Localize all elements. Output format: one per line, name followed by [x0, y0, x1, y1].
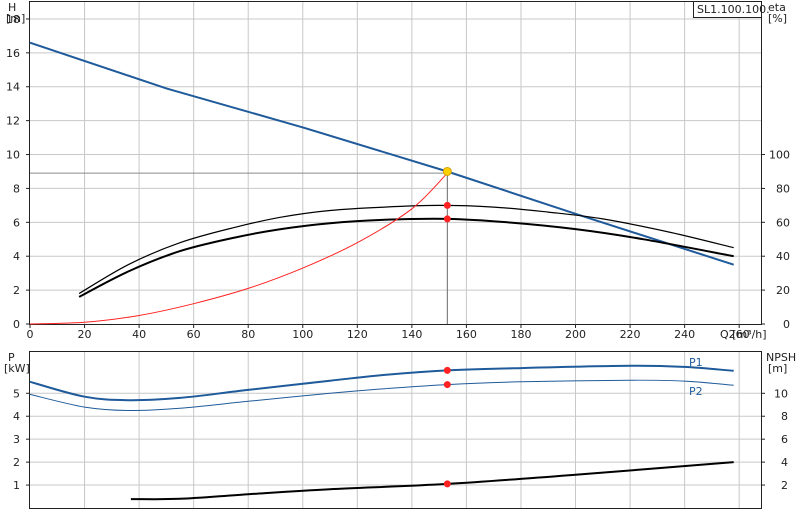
npsh-tick-label: 4 [781, 456, 788, 469]
operating-point-marker [443, 215, 451, 223]
bottom-series-line-1 [29, 379, 734, 412]
operating-point-marker [443, 381, 451, 389]
h-axis-unit: [m] [6, 12, 25, 25]
y-tick-label: 16 [6, 47, 20, 60]
bottom-series-line-0 [29, 364, 734, 402]
x-tick-label: 100 [292, 328, 313, 341]
npsh-tick-label: 10 [774, 387, 788, 400]
p-tick-label: 1 [13, 479, 20, 492]
x-tick-label: 200 [565, 328, 586, 341]
x-tick-label: 40 [132, 328, 146, 341]
x-tick-label: 0 [27, 328, 34, 341]
p-tick-label: 2 [13, 456, 20, 469]
bottom-points [443, 366, 451, 488]
eta-tick-label: 60 [776, 216, 790, 229]
operating-point-marker [443, 201, 451, 209]
bottom-series-line-2 [130, 461, 734, 501]
eta-tick-label: 80 [776, 182, 790, 195]
top-grid [30, 2, 761, 324]
x-tick-label: 160 [456, 328, 477, 341]
x-tick-label: 80 [241, 328, 255, 341]
y-tick-label: 2 [13, 284, 20, 297]
eta-tick-label: 20 [776, 284, 790, 297]
p1-series-label: P1 [689, 356, 703, 369]
operating-point-marker [443, 366, 451, 374]
pump-model-box: SL1.100.100. [693, 1, 770, 18]
operating-point-marker [443, 480, 451, 488]
pump-model-label: SL1.100.100. [697, 3, 770, 16]
p2-series-label: P2 [689, 385, 703, 398]
top-panel: 0 20 40 60 80 100 120 140 160 180 200 220 240 2600246… [6, 1, 790, 341]
bottom-panel: 12345246810 P [kW] NPSH [m] P1 P2 [4, 351, 796, 509]
pump-chart: 0 20 40 60 80 100 120 140 160 180 200 220 240 2600246… [4, 1, 796, 509]
bottom-grid [30, 352, 761, 508]
y-tick-label: 4 [13, 250, 20, 263]
top-ticks: 0 20 40 60 80 100 120 140 160 180 200 220 240 2600246… [6, 13, 790, 341]
y-tick-label: 14 [6, 81, 20, 94]
x-tick-label: 240 [674, 328, 695, 341]
top-series-line-0 [29, 41, 735, 266]
eta-axis-unit: [%] [768, 12, 787, 25]
top-series [29, 41, 735, 325]
x-tick-label: 20 [78, 328, 92, 341]
npsh-tick-label: 8 [781, 410, 788, 423]
x-tick-label: 180 [510, 328, 531, 341]
x-tick-label: 220 [620, 328, 641, 341]
y-tick-label: 10 [6, 149, 20, 162]
eta-tick-label: 100 [769, 149, 790, 162]
p-axis-unit: [kW] [4, 362, 30, 375]
eta-tick-label: 40 [776, 250, 790, 263]
npsh-axis-unit: [m] [768, 362, 787, 375]
y-tick-label: 0 [13, 318, 20, 331]
x-tick-label: 60 [187, 328, 201, 341]
x-tick-label: 140 [401, 328, 422, 341]
p-tick-label: 3 [13, 433, 20, 446]
operating-point-marker [442, 166, 452, 176]
y-tick-label: 8 [13, 182, 20, 195]
bottom-series [29, 364, 734, 501]
y-tick-label: 6 [13, 216, 20, 229]
eta-tick-label: 0 [783, 318, 790, 331]
x-tick-label: 120 [347, 328, 368, 341]
p-tick-label: 5 [13, 387, 20, 400]
npsh-tick-label: 6 [781, 433, 788, 446]
top-series-line-2 [78, 217, 734, 298]
npsh-tick-label: 2 [781, 479, 788, 492]
q-axis-label: Q [m³/h] [720, 328, 767, 341]
top-series-line-3 [29, 172, 448, 325]
y-tick-label: 12 [6, 115, 20, 128]
p-tick-label: 4 [13, 410, 20, 423]
